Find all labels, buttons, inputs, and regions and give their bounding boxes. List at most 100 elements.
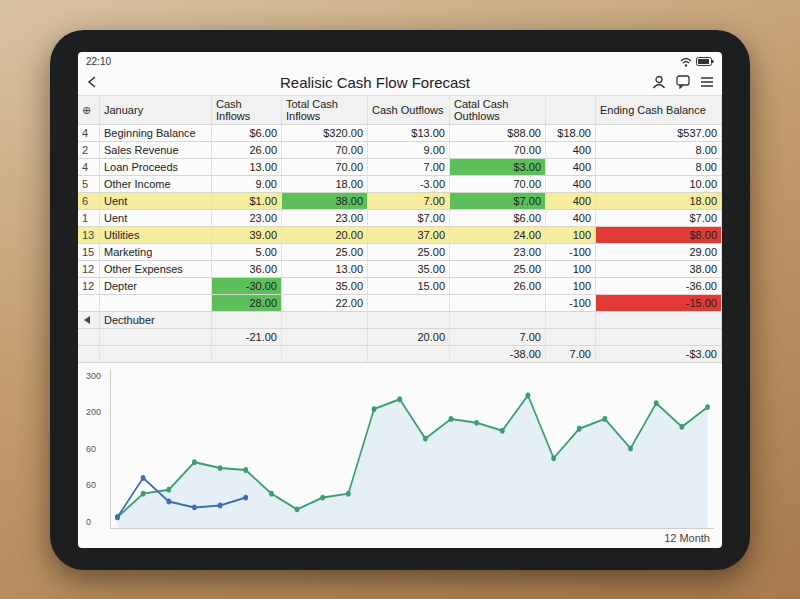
data-point[interactable] [346,490,351,496]
summary-cell[interactable]: 20.00 [368,329,450,345]
collapse-icon[interactable] [82,315,92,325]
row-number[interactable] [78,346,100,362]
row-label[interactable]: Uent [100,210,212,226]
table-cell[interactable]: -36.00 [596,278,722,294]
summary-cell[interactable] [596,312,722,328]
table-cell[interactable]: 8.00 [596,142,722,158]
table-cell[interactable]: $537.00 [596,125,722,141]
table-cell[interactable]: 26.00 [212,142,282,158]
table-cell[interactable]: 26.00 [450,278,546,294]
table-cell[interactable]: $6.00 [212,125,282,141]
table-cell[interactable]: 18.00 [596,193,722,209]
table-cell[interactable]: 10.00 [596,176,722,192]
row-label[interactable]: Utilities [100,227,212,243]
row-label[interactable]: Other Expenses [100,261,212,277]
person-icon[interactable] [652,75,666,89]
table-cell[interactable]: 35.00 [368,261,450,277]
summary-cell[interactable] [368,346,450,362]
table-cell[interactable]: 23.00 [212,210,282,226]
table-row[interactable]: 4Loan Proceeds13.0070.007.00$3.004008.00 [78,159,722,176]
table-row[interactable]: 12Depter-30.0035.0015.0026.00100-36.00 [78,278,722,295]
summary-cell[interactable]: 7.00 [450,329,546,345]
summary-cell[interactable] [546,312,596,328]
table-cell[interactable]: $8.00 [596,227,722,243]
table-row[interactable]: 1Uent23.0023.00$7.00$6.00400$7.00 [78,210,722,227]
row-label[interactable]: Sales Revenue [100,142,212,158]
summary-cell[interactable] [368,312,450,328]
data-point[interactable] [192,459,197,465]
table-cell[interactable]: 25.00 [282,244,368,260]
table-cell[interactable]: 29.00 [596,244,722,260]
table-row[interactable]: 6Uent$1.0038.007.00$7.0040018.00 [78,193,722,210]
table-cell[interactable]: -3.00 [368,176,450,192]
table-cell[interactable]: $7.00 [368,210,450,226]
row-number[interactable]: 2 [78,142,100,158]
summary-cell[interactable] [596,329,722,345]
table-cell[interactable]: 9.00 [368,142,450,158]
data-point[interactable] [166,486,171,492]
row-number[interactable]: 4 [78,159,100,175]
table-cell[interactable] [450,295,546,311]
row-label[interactable] [100,295,212,311]
data-point[interactable] [243,494,248,500]
table-cell[interactable]: 70.00 [282,159,368,175]
table-cell[interactable]: -15.00 [596,295,722,311]
column-header[interactable]: Cash Outflows [368,96,450,124]
table-cell[interactable]: 400 [546,142,596,158]
row-number[interactable] [78,329,100,345]
data-point[interactable] [320,494,325,500]
comment-icon[interactable] [676,75,690,89]
data-point[interactable] [449,416,454,422]
data-point[interactable] [474,420,479,426]
data-point[interactable] [269,490,274,496]
row-number[interactable]: 15 [78,244,100,260]
summary-cell[interactable] [100,329,212,345]
table-cell[interactable]: 22.00 [282,295,368,311]
table-cell[interactable]: 100 [546,261,596,277]
menu-icon[interactable] [700,75,714,89]
summary-cell[interactable] [282,312,368,328]
table-row[interactable]: 28.0022.00-100-15.00 [78,295,722,312]
table-cell[interactable]: 39.00 [212,227,282,243]
summary-row[interactable]: -38.007.00-$3.00 [78,346,722,363]
data-point[interactable] [295,506,300,512]
row-number[interactable] [78,312,100,328]
summary-cell[interactable] [212,346,282,362]
data-point[interactable] [603,416,608,422]
table-cell[interactable]: 15.00 [368,278,450,294]
row-number[interactable]: 6 [78,193,100,209]
table-cell[interactable]: 70.00 [450,142,546,158]
table-cell[interactable]: $13.00 [368,125,450,141]
table-cell[interactable]: 400 [546,159,596,175]
table-cell[interactable]: $7.00 [596,210,722,226]
table-cell[interactable] [368,295,450,311]
table-cell[interactable]: $6.00 [450,210,546,226]
summary-cell[interactable] [282,346,368,362]
data-point[interactable] [243,467,248,473]
table-cell[interactable]: 38.00 [596,261,722,277]
summary-cell[interactable]: -21.00 [212,329,282,345]
data-point[interactable] [166,498,171,504]
summary-cell[interactable] [546,329,596,345]
data-point[interactable] [218,502,223,508]
table-cell[interactable]: 100 [546,227,596,243]
summary-cell[interactable] [282,329,368,345]
column-header[interactable]: Cash Inflows [212,96,282,124]
table-row[interactable]: 15Marketing5.0025.0025.0023.00-10029.00 [78,244,722,261]
data-point[interactable] [218,465,223,471]
data-point[interactable] [500,427,505,433]
table-cell[interactable]: 5.00 [212,244,282,260]
table-row[interactable]: 13Utilities39.0020.0037.0024.00100$8.00 [78,227,722,244]
table-cell[interactable]: $88.00 [450,125,546,141]
data-point[interactable] [628,445,633,451]
data-point[interactable] [115,514,120,520]
table-cell[interactable]: 23.00 [282,210,368,226]
table-cell[interactable]: 36.00 [212,261,282,277]
table-row[interactable]: 12Other Expenses36.0013.0035.0025.001003… [78,261,722,278]
data-point[interactable] [423,435,428,441]
table-cell[interactable]: 400 [546,176,596,192]
table-cell[interactable]: 8.00 [596,159,722,175]
table-cell[interactable]: 100 [546,278,596,294]
summary-cell[interactable]: -38.00 [450,346,546,362]
table-cell[interactable]: 38.00 [282,193,368,209]
